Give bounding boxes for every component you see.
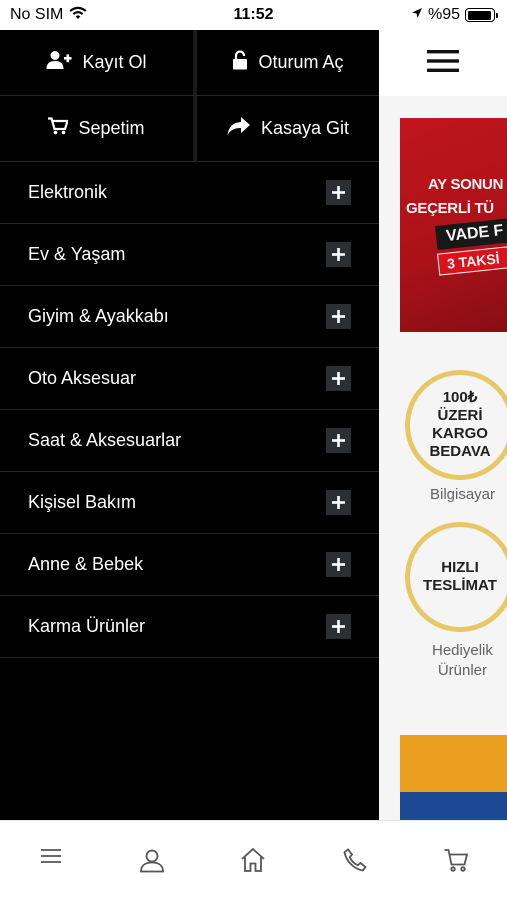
plus-icon (332, 434, 345, 447)
battery-percent: %95 (427, 6, 460, 23)
category-item[interactable]: Giyim & Ayakkabı (0, 286, 379, 348)
status-left: No SIM (10, 6, 87, 25)
category-item[interactable]: Oto Aksesuar (0, 348, 379, 410)
bottom-tab-bar (0, 820, 507, 900)
expand-button[interactable] (326, 180, 351, 205)
category-item[interactable]: Kişisel Bakım (0, 472, 379, 534)
category-label: Karma Ürünler (28, 616, 146, 636)
battery-fill (467, 10, 492, 20)
checkout-label: Kasaya Git (260, 118, 350, 138)
category-item[interactable]: Elektronik (0, 162, 379, 224)
category-label: Elektronik (28, 182, 108, 202)
login-button[interactable]: Oturum Aç (197, 30, 379, 96)
tab-account[interactable] (122, 847, 182, 873)
login-label: Oturum Aç (258, 52, 344, 72)
screen: No SIM 11:52 %95 AY SONUN GEÇERLİ TÜ VAD… (0, 0, 507, 900)
status-time: 11:52 (233, 6, 274, 23)
tab-menu[interactable] (21, 847, 81, 865)
checkout-button[interactable]: Kasaya Git (197, 96, 379, 162)
cart-label: Sepetim (78, 118, 145, 138)
plus-icon (332, 496, 345, 509)
cart-icon (444, 849, 469, 872)
expand-button[interactable] (326, 552, 351, 577)
battery-icon (465, 8, 498, 22)
register-label: Kayıt Ol (82, 52, 147, 72)
plus-icon (332, 372, 345, 385)
phone-icon (343, 848, 367, 872)
tab-contact[interactable] (325, 847, 385, 873)
wifi-icon (69, 6, 87, 25)
plus-icon (332, 620, 345, 633)
plus-icon (332, 558, 345, 571)
drawer-actions: Kayıt Ol Oturum Aç Sepetim Kasaya Git (0, 30, 379, 162)
location-arrow-icon (411, 6, 423, 24)
carrier-label: No SIM (10, 6, 64, 23)
category-label: Anne & Bebek (28, 554, 144, 574)
plus-icon (332, 186, 345, 199)
tab-cart[interactable] (426, 847, 486, 873)
plus-icon (332, 310, 345, 323)
category-item[interactable]: Ev & Yaşam (0, 224, 379, 286)
dim-overlay[interactable] (379, 96, 507, 820)
category-item[interactable]: Karma Ürünler (0, 596, 379, 658)
expand-button[interactable] (326, 242, 351, 267)
status-right: %95 (411, 6, 498, 24)
home-icon (241, 847, 266, 872)
menu-icon (40, 849, 61, 863)
category-label: Saat & Aksesuarlar (28, 430, 182, 450)
expand-button[interactable] (326, 614, 351, 639)
share-arrow-icon (227, 116, 251, 141)
cart-icon (48, 117, 70, 140)
expand-button[interactable] (326, 428, 351, 453)
category-label: Oto Aksesuar (28, 368, 137, 388)
add-user-icon (46, 50, 72, 75)
plus-icon (332, 248, 345, 261)
tab-home[interactable] (223, 847, 283, 873)
hamburger-icon (427, 49, 459, 78)
user-icon (140, 849, 164, 873)
expand-button[interactable] (326, 366, 351, 391)
register-button[interactable]: Kayıt Ol (0, 30, 197, 96)
cart-button[interactable]: Sepetim (0, 96, 197, 162)
category-item[interactable]: Saat & Aksesuarlar (0, 410, 379, 472)
category-label: Ev & Yaşam (28, 244, 126, 264)
side-drawer: Kayıt Ol Oturum Aç Sepetim Kasaya Git El… (0, 30, 379, 820)
category-label: Giyim & Ayakkabı (28, 306, 169, 326)
category-item[interactable]: Anne & Bebek (0, 534, 379, 596)
menu-toggle-button[interactable] (379, 30, 507, 96)
unlock-icon (232, 50, 248, 75)
expand-button[interactable] (326, 304, 351, 329)
category-label: Kişisel Bakım (28, 492, 137, 512)
category-list: Elektronik Ev & Yaşam Giyim & Ayakkabı O… (0, 162, 379, 658)
expand-button[interactable] (326, 490, 351, 515)
status-bar: No SIM 11:52 %95 (0, 0, 507, 30)
